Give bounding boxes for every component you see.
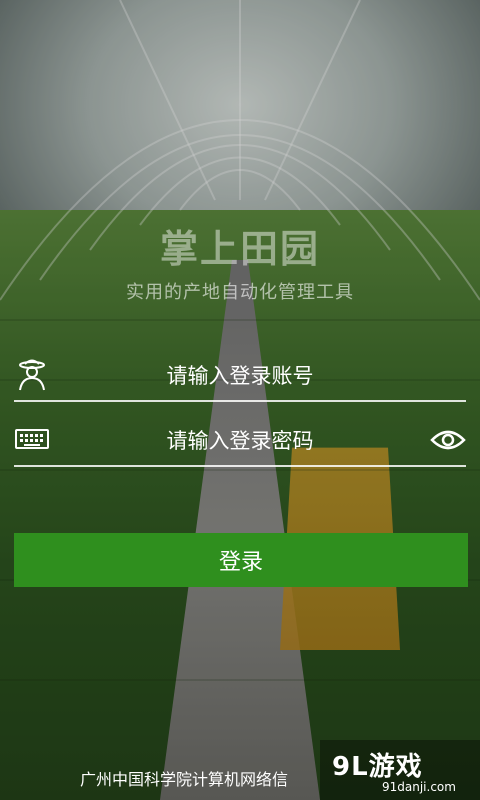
login-button[interactable]: 登录 xyxy=(14,533,468,587)
app-title: 掌上田园 xyxy=(159,226,320,271)
username-input[interactable] xyxy=(64,358,416,394)
username-row xyxy=(14,350,466,402)
keyboard-icon xyxy=(14,421,50,457)
farmer-icon xyxy=(14,356,50,392)
watermark-site: 91danji.com xyxy=(382,780,456,794)
app-subtitle: 实用的产地自动化管理工具 xyxy=(126,282,354,303)
footer-text: 广州中国科学院计算机网络信 xyxy=(80,770,289,789)
eye-icon[interactable] xyxy=(430,423,466,457)
watermark: 9L游戏 91danji.com xyxy=(320,740,480,800)
watermark-logo: 9L游戏 xyxy=(332,752,423,782)
password-row xyxy=(14,415,466,467)
password-input[interactable] xyxy=(64,423,416,459)
